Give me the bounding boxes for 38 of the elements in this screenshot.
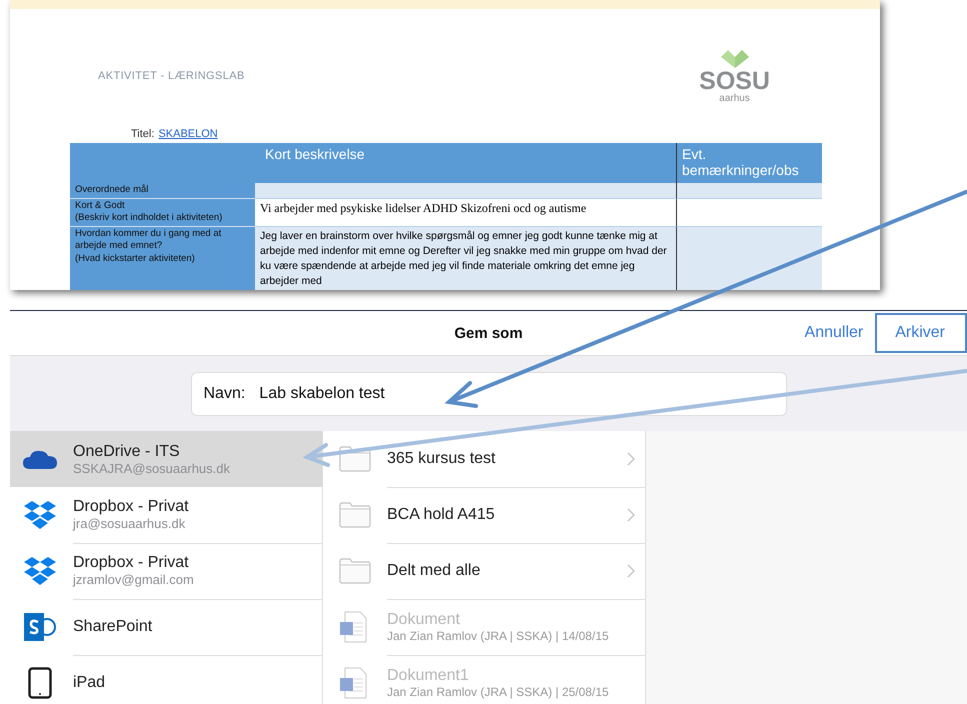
document-header: AKTIVITET - LÆRINGSLAB bbox=[98, 70, 245, 82]
folder-item[interactable]: 365 kursus test bbox=[323, 431, 645, 487]
chevron-icon bbox=[627, 452, 635, 466]
chevron-icon bbox=[627, 508, 635, 522]
column-header: Evt. bemærkninger/obs bbox=[676, 143, 822, 183]
folder-icon bbox=[339, 502, 371, 528]
table-cell: Jeg laver en brainstorm over hvilke spørgsmål og emner jeg godt kunne tænke mig at arbejde med indenfor mit emne og Derefter vil jeg snakke med min gruppe om hvad der ku være spændende at arbejde med jeg vil finde materiale omkring det emne jeg arbejder med bbox=[255, 226, 676, 290]
field-value: Lab skabelon test bbox=[259, 384, 385, 402]
title-label: Titel: bbox=[131, 128, 154, 140]
row-label: Overordnede mål bbox=[70, 183, 255, 198]
cloud-icon bbox=[22, 448, 58, 470]
tablet-icon bbox=[28, 667, 52, 699]
logo-wordmark: SOSU bbox=[699, 69, 770, 94]
folder-item[interactable]: Delt med alle bbox=[323, 543, 645, 599]
folder-icon bbox=[339, 558, 371, 584]
sharepoint-icon bbox=[23, 611, 57, 643]
location-item[interactable]: Dropbox - Privat jra@sosuaarhus.dk bbox=[10, 487, 322, 543]
dropbox-icon bbox=[23, 500, 57, 530]
dropbox-icon bbox=[23, 556, 57, 586]
document-icon bbox=[339, 667, 367, 699]
chevron-icon bbox=[627, 564, 635, 578]
logo-subtitle: aarhus bbox=[719, 94, 750, 104]
save-button[interactable]: Arkiver bbox=[875, 313, 967, 353]
column-header: Kort beskrivelse bbox=[70, 143, 676, 183]
name-field[interactable]: Navn: Lab skabelon test bbox=[190, 372, 786, 416]
heart-icon bbox=[720, 49, 750, 69]
location-item[interactable]: OneDrive - ITS SSKAJRA@sosuaarhus.dk bbox=[10, 431, 322, 487]
document-icon bbox=[339, 611, 367, 643]
title-value: SKABELON bbox=[158, 128, 218, 140]
cancel-button[interactable]: Annuller bbox=[794, 313, 874, 353]
row-label: Hvordan kommer du i gang med at arbejde med emnet? (Hvad kickstarter aktiviteten) bbox=[70, 226, 255, 290]
location-item[interactable]: SharePoint bbox=[10, 599, 322, 655]
location-item[interactable]: Dropbox - Privat jzramlov@gmail.com bbox=[10, 543, 322, 599]
row-label: Kort & Godt (Beskriv kort indholdet i aktiviteten) bbox=[70, 198, 255, 226]
dialog-title: Gem som bbox=[454, 324, 523, 342]
folder-item[interactable]: BCA hold A415 bbox=[323, 487, 645, 543]
field-label: Navn: bbox=[204, 384, 246, 402]
table-cell: Vi arbejder med psykiske lidelser ADHD Skizofreni ocd og autisme bbox=[255, 198, 676, 226]
